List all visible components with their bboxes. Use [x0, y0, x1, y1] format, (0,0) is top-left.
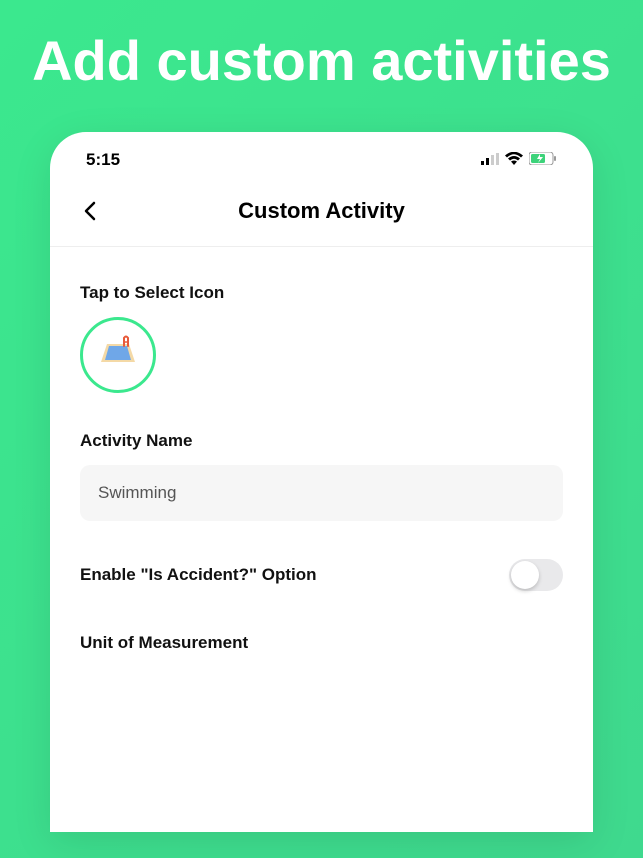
form-content: Tap to Select Icon Activity Name Enable …	[50, 247, 593, 653]
toggle-knob	[511, 561, 539, 589]
icon-picker-button[interactable]	[80, 317, 156, 393]
accident-toggle[interactable]	[509, 559, 563, 591]
chevron-left-icon	[84, 201, 96, 221]
signal-icon	[481, 150, 499, 170]
accident-toggle-row: Enable "Is Accident?" Option	[80, 559, 563, 591]
hero-title: Add custom activities	[0, 0, 643, 132]
accident-toggle-label: Enable "Is Accident?" Option	[80, 565, 317, 585]
page-title: Custom Activity	[76, 198, 567, 224]
status-icons	[481, 150, 557, 170]
unit-label: Unit of Measurement	[80, 633, 563, 653]
activity-name-input[interactable]	[80, 465, 563, 521]
status-time: 5:15	[86, 150, 120, 170]
battery-icon	[529, 150, 557, 170]
back-button[interactable]	[76, 197, 104, 225]
nav-bar: Custom Activity	[50, 178, 593, 247]
status-bar: 5:15	[50, 132, 593, 178]
icon-picker-label: Tap to Select Icon	[80, 283, 563, 303]
activity-name-label: Activity Name	[80, 431, 563, 451]
pool-icon	[97, 334, 139, 376]
phone-frame: 5:15 Custom Activity Tap to Select Icon	[50, 132, 593, 832]
wifi-icon	[505, 150, 523, 170]
